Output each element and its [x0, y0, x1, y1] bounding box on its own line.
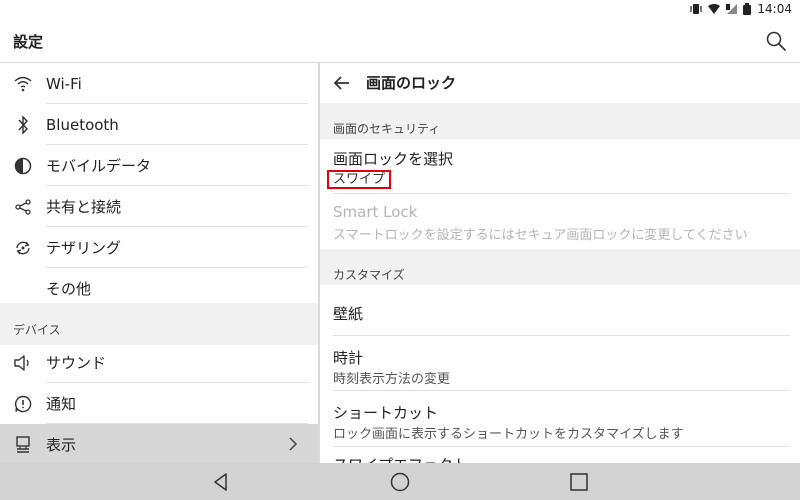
item-subtitle: ロック画面に表示するショートカットをカスタマイズします: [333, 427, 684, 442]
item-title: 画面ロックを選択: [333, 150, 454, 168]
sidebar-item-label: テザリング: [46, 239, 122, 257]
item-title: 壁紙: [333, 305, 364, 323]
status-icons: 14:04: [689, 2, 792, 16]
app-bar: 設定: [0, 20, 800, 62]
sidebar-item-label: 表示: [46, 436, 77, 454]
share-icon: [12, 196, 34, 218]
display-icon: [12, 434, 34, 456]
recents-square-icon[interactable]: [568, 471, 590, 493]
sidebar-item-label: モバイルデータ: [46, 157, 152, 175]
tethering-icon: [12, 237, 34, 259]
vibrate-icon: [689, 3, 703, 15]
section-title: デバイス: [13, 323, 61, 337]
settings-list: Wi-Fi Bluetooth モバイルデータ 共有と接続 テザリング その他: [0, 62, 318, 463]
mobile-signal-icon: [725, 3, 739, 15]
clock-item[interactable]: 時計 時刻表示方法の変更: [320, 336, 800, 391]
sidebar-item-label: その他: [46, 280, 92, 298]
smart-lock-item[interactable]: Smart Lock スマートロックを設定するにはセキュア画面ロックに変更してく…: [320, 194, 800, 249]
sidebar-item-bluetooth[interactable]: Bluetooth: [0, 104, 318, 145]
status-bar: 14:04: [0, 0, 800, 20]
item-title: ショートカット: [333, 404, 439, 422]
sidebar-item-label: Wi-Fi: [46, 74, 82, 93]
back-triangle-icon[interactable]: [210, 471, 232, 493]
item-subtitle: スワイプ: [327, 168, 392, 189]
section-header-customize: カスタマイズ: [320, 249, 800, 285]
detail-header: 画面のロック: [320, 63, 800, 103]
bluetooth-icon: [12, 114, 34, 136]
screen-lock-value: スワイプ: [327, 170, 392, 189]
sidebar-item-label: 共有と接続: [46, 198, 122, 216]
search-icon[interactable]: [764, 29, 788, 53]
sidebar-item-label: 通知: [46, 395, 77, 413]
item-subtitle: スマートロックを設定するにはセキュア画面ロックに変更してください: [333, 228, 748, 243]
back-arrow-icon[interactable]: [330, 71, 354, 95]
home-circle-icon[interactable]: [389, 471, 411, 493]
app-title: 設定: [13, 33, 44, 51]
item-title: Smart Lock: [333, 203, 418, 221]
sidebar-item-sound[interactable]: サウンド: [0, 342, 318, 383]
detail-title: 画面のロック: [366, 74, 457, 92]
wallpaper-item[interactable]: 壁紙: [320, 285, 800, 336]
sidebar-item-label: Bluetooth: [46, 115, 119, 134]
sidebar-item-notifications[interactable]: 通知: [0, 383, 318, 424]
section-title: カスタマイズ: [333, 268, 405, 282]
sidebar-item-mobile-data[interactable]: モバイルデータ: [0, 145, 318, 186]
status-time: 14:04: [757, 2, 792, 16]
swipe-effect-item[interactable]: スワイプエフェクト: [320, 447, 800, 463]
wifi-icon: [12, 73, 34, 95]
sidebar-item-share-connect[interactable]: 共有と接続: [0, 186, 318, 227]
speaker-icon: [12, 352, 34, 374]
sidebar-item-display[interactable]: 表示: [0, 424, 318, 463]
shortcut-item[interactable]: ショートカット ロック画面に表示するショートカットをカスタマイズします: [320, 391, 800, 447]
item-title: 時計: [333, 349, 364, 367]
notification-icon: [12, 393, 34, 415]
sidebar-item-tethering[interactable]: テザリング: [0, 227, 318, 268]
sidebar-item-wifi[interactable]: Wi-Fi: [0, 63, 318, 104]
section-header-device: デバイス: [0, 303, 318, 345]
chevron-right-icon: [288, 436, 298, 456]
wifi-status-icon: [707, 3, 721, 15]
navigation-bar: [0, 463, 800, 500]
detail-pane: 画面のロック 画面のセキュリティ 画面ロックを選択 スワイプ Smart Loc…: [320, 62, 800, 463]
section-header-security: 画面のセキュリティ: [320, 103, 800, 139]
item-subtitle: 時刻表示方法の変更: [333, 372, 451, 387]
battery-icon: [743, 3, 752, 15]
section-title: 画面のセキュリティ: [333, 122, 441, 136]
item-title: スワイプエフェクト: [333, 454, 468, 463]
screen-lock-select[interactable]: 画面ロックを選択 スワイプ: [320, 139, 800, 194]
sidebar-item-label: サウンド: [46, 354, 107, 372]
mobile-data-icon: [12, 155, 34, 177]
